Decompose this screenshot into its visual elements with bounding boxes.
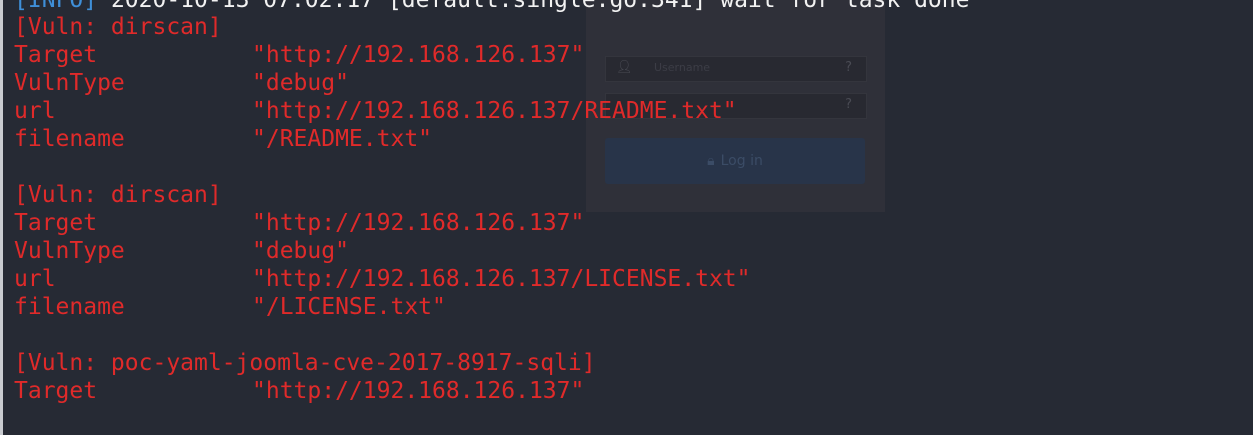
info-message: 2020-10-13 07:02:17 [default:single.go:3…	[97, 0, 970, 13]
field-key: VulnType	[14, 70, 125, 96]
field-key: VulnType	[14, 238, 125, 264]
field-value: "debug"	[252, 238, 349, 264]
vuln-field-row: filename "/README.txt"	[14, 125, 432, 153]
vuln-title: [Vuln: poc-yaml-joomla-cve-2017-8917-sql…	[14, 350, 596, 376]
field-value: "http://192.168.126.137/LICENSE.txt"	[252, 266, 751, 292]
field-key: url	[14, 266, 56, 292]
vuln-field-row: VulnType "debug"	[14, 237, 349, 265]
window-edge	[0, 0, 3, 435]
field-value: "http://192.168.126.137"	[252, 378, 585, 404]
field-key: filename	[14, 294, 125, 320]
field-key: Target	[14, 378, 98, 404]
user-icon: 👤︎	[616, 60, 633, 75]
lock-icon: 🔒︎	[707, 153, 715, 169]
vuln-field-row: url "http://192.168.126.137/LICENSE.txt"	[14, 265, 751, 293]
background-username-field: 👤︎ Username ?	[605, 56, 867, 82]
background-login-label: Log in	[720, 153, 763, 169]
field-key: url	[14, 98, 56, 124]
vuln-field-row: Target "http://192.168.126.137"	[14, 377, 584, 405]
background-username-placeholder: Username	[654, 61, 711, 74]
field-key: Target	[14, 210, 98, 236]
terminal-window[interactable]: 👤︎ Username ? ? 🔒︎ Log in [INFO] 2020-10-…	[0, 0, 1253, 435]
vuln-field-row: Target "http://192.168.126.137"	[14, 41, 584, 69]
vuln-field-row: url "http://192.168.126.137/README.txt"	[14, 97, 737, 125]
field-key: Target	[14, 42, 98, 68]
field-value: "http://192.168.126.137"	[252, 42, 585, 68]
vuln-field-row: Target "http://192.168.126.137"	[14, 209, 584, 237]
field-value: "/README.txt"	[252, 126, 433, 152]
vuln-title: [Vuln: dirscan]	[14, 14, 222, 40]
field-value: "http://192.168.126.137/README.txt"	[252, 98, 737, 124]
field-value: "debug"	[252, 70, 349, 96]
info-log-line: [INFO] 2020-10-13 07:02:17 [default:sing…	[14, 0, 969, 14]
help-icon: ?	[845, 97, 852, 112]
vuln-field-row: filename "/LICENSE.txt"	[14, 293, 446, 321]
vuln-field-row: VulnType "debug"	[14, 69, 349, 97]
field-key: filename	[14, 126, 125, 152]
field-value: "/LICENSE.txt"	[252, 294, 446, 320]
info-tag: [INFO]	[14, 0, 98, 13]
field-value: "http://192.168.126.137"	[252, 210, 585, 236]
background-login-button: 🔒︎ Log in	[605, 138, 865, 184]
vuln-title: [Vuln: dirscan]	[14, 182, 222, 208]
help-icon: ?	[845, 60, 852, 75]
